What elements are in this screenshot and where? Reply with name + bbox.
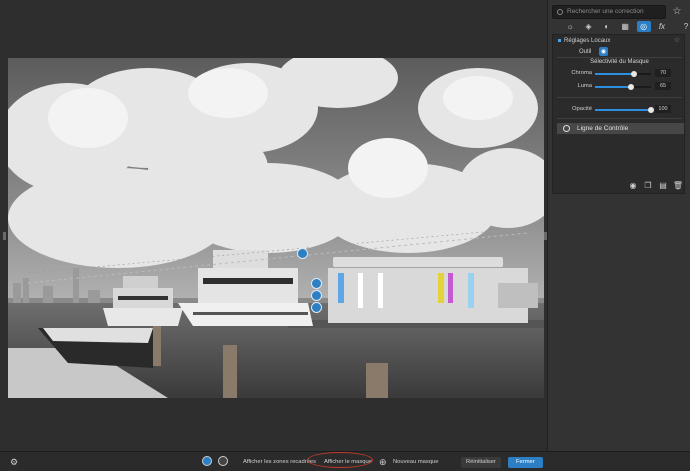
control-point-chroma-handle[interactable] <box>311 278 322 289</box>
opacity-value[interactable]: 100 <box>655 105 671 113</box>
selectivity-title: Sélectivité du Masque <box>590 59 649 65</box>
copy-icon[interactable]: ❐ <box>643 180 653 190</box>
control-point-luma-handle[interactable] <box>311 290 322 301</box>
tool-tabs: ☼ ◈ ◐ ▦ ◎ fx <box>563 21 669 33</box>
new-mask-button[interactable]: Nouveau masque <box>393 457 438 468</box>
expand-icon <box>558 38 561 42</box>
section-header[interactable]: Réglages Locaux <box>558 38 610 44</box>
opacity-label: Opacité <box>572 106 592 112</box>
divider <box>557 97 682 98</box>
help-icon[interactable]: ? <box>680 20 690 32</box>
opacity-slider[interactable] <box>595 107 654 113</box>
reset-button[interactable]: Réinitialiser <box>461 457 501 468</box>
trash-icon[interactable]: 🗑 <box>673 180 683 190</box>
photo-preview[interactable] <box>8 58 544 398</box>
luma-fill <box>595 86 632 88</box>
harbor-photo <box>8 58 544 398</box>
star-icon[interactable]: ☆ <box>671 5 683 17</box>
divider <box>557 118 682 119</box>
section-star-icon[interactable]: ☆ <box>674 36 680 44</box>
chroma-value[interactable]: 70 <box>655 69 671 77</box>
left-edge-handle[interactable] <box>3 232 6 240</box>
color-icon[interactable]: ◈ <box>581 21 595 32</box>
close-button[interactable]: Fermer <box>508 457 543 468</box>
opacity-slider-row: Opacité 100 <box>553 105 686 115</box>
view-toggle-b-icon[interactable] <box>218 456 228 466</box>
chroma-knob[interactable] <box>631 71 638 77</box>
view-toggle-a-icon[interactable] <box>202 456 212 466</box>
control-point-main[interactable] <box>297 248 308 259</box>
control-line-item[interactable]: Ligne de Contrôle <box>557 123 684 134</box>
luma-value[interactable]: 65 <box>655 82 671 90</box>
divider <box>557 57 682 58</box>
opacity-knob[interactable] <box>648 107 654 113</box>
chroma-slider-row: Chroma 70 <box>553 69 686 79</box>
control-line-icon <box>563 125 570 132</box>
chroma-fill <box>595 73 635 75</box>
local-adjust-icon[interactable]: ◎ <box>636 21 651 32</box>
right-panel: Rechercher une correction ☆ ? ☼ ◈ ◐ ▦ ◎ … <box>547 0 690 451</box>
fx-icon[interactable]: fx <box>655 21 669 32</box>
eye-icon[interactable]: ◉ <box>628 180 638 190</box>
opacity-fill <box>595 109 651 111</box>
image-canvas[interactable] <box>0 0 547 451</box>
luma-slider-row: Luma 65 <box>553 82 686 92</box>
sun-icon[interactable]: ☼ <box>563 21 577 32</box>
search-input[interactable]: Rechercher une correction <box>552 5 666 19</box>
brush-icon[interactable]: ◉ <box>599 47 608 56</box>
chroma-slider[interactable] <box>595 71 651 77</box>
search-icon <box>557 9 563 15</box>
tool-label: Outil <box>579 49 592 55</box>
settings-icon[interactable]: ⚙ <box>10 457 18 468</box>
highlight-annotation <box>307 452 373 468</box>
local-adjustments-panel: Réglages Locaux ☆ Outil ◉ Sélectivité du… <box>552 34 685 194</box>
detail-icon[interactable]: ◐ <box>600 21 614 32</box>
luma-knob[interactable] <box>628 84 635 90</box>
show-crop-button[interactable]: Afficher les zones recadrées <box>243 457 316 468</box>
luma-label: Luma <box>577 83 592 89</box>
luma-slider[interactable] <box>595 84 651 90</box>
chroma-label: Chroma <box>571 70 592 76</box>
paste-icon[interactable]: ▤ <box>658 180 668 190</box>
control-point-opacity-handle[interactable] <box>311 302 322 313</box>
plus-icon[interactable]: ⊕ <box>379 457 387 468</box>
geometry-icon[interactable]: ▦ <box>618 21 632 32</box>
